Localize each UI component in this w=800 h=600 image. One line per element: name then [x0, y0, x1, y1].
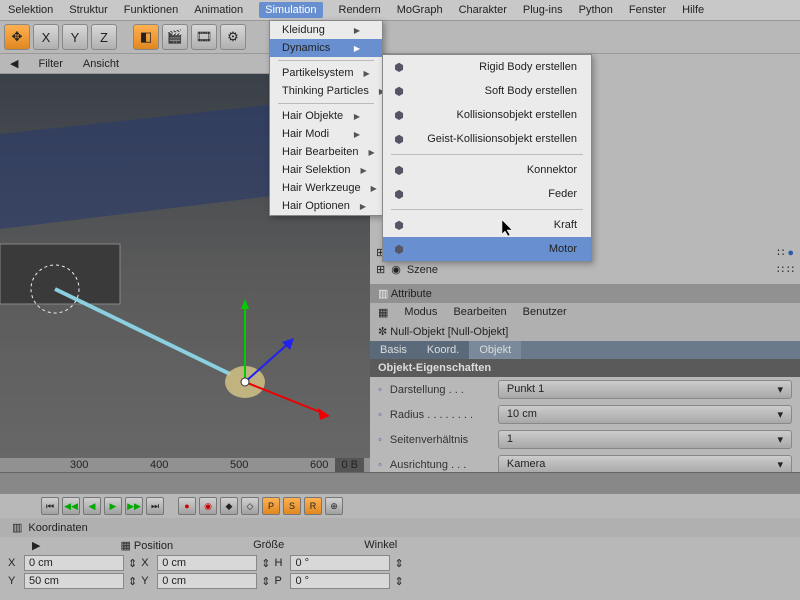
menu-item-hair-bearbeiten[interactable]: Hair Bearbeiten — [270, 143, 382, 161]
menu-item-kleidung[interactable]: Kleidung — [270, 21, 382, 39]
coord-row-x: X⇕X⇕H⇕ — [0, 554, 800, 572]
menu-plug-ins[interactable]: Plug-ins — [523, 4, 563, 16]
menu-item-hair-optionen[interactable]: Hair Optionen — [270, 197, 382, 215]
menu-hilfe[interactable]: Hilfe — [682, 4, 704, 16]
filter-link[interactable]: Filter — [38, 58, 62, 70]
section-object-props: Objekt-Eigenschaften — [370, 359, 800, 377]
menu-funktionen[interactable]: Funktionen — [124, 4, 178, 16]
axis-y[interactable]: Y — [62, 24, 88, 50]
menu-item-partikelsystem[interactable]: Partikelsystem — [270, 64, 382, 82]
tab-koord[interactable]: Koord. — [417, 341, 469, 359]
prev-icon[interactable]: ◀ — [10, 57, 18, 70]
cube-tool[interactable]: ◧ — [133, 24, 159, 50]
transport-bar: ⏮ ◀◀ ◀ ▶ ▶▶ ⏭ ● ◉ ◆ ◇ P S R ⊕ — [0, 494, 800, 518]
key-tool[interactable]: ◆ — [220, 497, 238, 515]
main-toolbar: ✥ X Y Z ◧ 🎬 🎞 ⚙ — [0, 20, 800, 54]
rec-scale[interactable]: S — [283, 497, 301, 515]
menu-item-dynamics[interactable]: Dynamics — [270, 39, 382, 57]
rec-rot[interactable]: R — [304, 497, 322, 515]
timeline[interactable] — [0, 472, 800, 494]
rec-param[interactable]: ⊕ — [325, 497, 343, 515]
menu-animation[interactable]: Animation — [194, 4, 243, 16]
attribute-tabs: Basis Koord. Objekt — [370, 341, 800, 359]
menu-item-hair-werkzeuge[interactable]: Hair Werkzeuge — [270, 179, 382, 197]
move-tool[interactable]: ✥ — [4, 24, 30, 50]
settings-icon[interactable]: ⚙ — [220, 24, 246, 50]
submenu-item-rigid-body-erstellen[interactable]: ⬢Rigid Body erstellen — [383, 55, 591, 79]
prev-key[interactable]: ◀◀ — [62, 497, 80, 515]
attributes-header: ▥ Attribute — [370, 284, 800, 303]
clapper-icon[interactable]: 🎬 — [162, 24, 188, 50]
menu-selektion[interactable]: Selektion — [8, 4, 53, 16]
simulation-menu: KleidungDynamics PartikelsystemThinking P… — [269, 20, 383, 216]
goto-end[interactable]: ⏭ — [146, 497, 164, 515]
edit-link[interactable]: Bearbeiten — [453, 306, 506, 319]
menu-rendern[interactable]: Rendern — [339, 4, 381, 16]
prop-radius: ◦Radius . . . . . . . .10 cm▾ — [370, 402, 800, 427]
menu-item-hair-selektion[interactable]: Hair Selektion — [270, 161, 382, 179]
tab-basis[interactable]: Basis — [370, 341, 417, 359]
menu-fenster[interactable]: Fenster — [629, 4, 666, 16]
menu-charakter[interactable]: Charakter — [459, 4, 507, 16]
submenu-item-kollisionsobjekt-erstellen[interactable]: ⬢Kollisionsobjekt erstellen — [383, 103, 591, 127]
user-link[interactable]: Benutzer — [523, 306, 567, 319]
tab-objekt[interactable]: Objekt — [469, 341, 521, 359]
autokey[interactable]: ◉ — [199, 497, 217, 515]
menu-struktur[interactable]: Struktur — [69, 4, 108, 16]
submenu-item-feder[interactable]: ⬢Feder — [383, 182, 591, 206]
submenu-item-soft-body-erstellen[interactable]: ⬢Soft Body erstellen — [383, 79, 591, 103]
play[interactable]: ▶ — [104, 497, 122, 515]
render-icon[interactable]: 🎞 — [191, 24, 217, 50]
axis-x[interactable]: X — [33, 24, 59, 50]
mode-link[interactable]: Modus — [404, 306, 437, 319]
viewport-ruler: 0 B 300400500600 — [0, 458, 370, 472]
prev-frame[interactable]: ◀ — [83, 497, 101, 515]
record[interactable]: ● — [178, 497, 196, 515]
scene-icon: ◉ — [391, 263, 401, 276]
rec-pos[interactable]: P — [262, 497, 280, 515]
object-name-row: ✼ Null-Objekt [Null-Objekt] — [370, 322, 800, 341]
menu-item-hair-objekte[interactable]: Hair Objekte — [270, 107, 382, 125]
menu-python[interactable]: Python — [579, 4, 613, 16]
menu-mograph[interactable]: MoGraph — [397, 4, 443, 16]
next-frame[interactable]: ▶▶ — [125, 497, 143, 515]
coordinates-panel: ▥Koordinaten ▶ ▦ Position Größe Winkel X… — [0, 518, 800, 590]
submenu-item-kraft[interactable]: ⬢Kraft — [383, 213, 591, 237]
key-opts[interactable]: ◇ — [241, 497, 259, 515]
menu-item-thinking-particles[interactable]: Thinking Particles — [270, 82, 382, 100]
submenu-item-konnektor[interactable]: ⬢Konnektor — [383, 158, 591, 182]
object-row-szene[interactable]: ⊞◉Szene ∷ ∷ — [370, 261, 800, 278]
attr-mode-row: ▦ Modus Bearbeiten Benutzer — [370, 303, 800, 322]
dynamics-submenu: ⬢Rigid Body erstellen⬢Soft Body erstelle… — [382, 54, 592, 262]
submenu-item-geist-kollisionsobjekt-erstellen[interactable]: ⬢Geist-Kollisionsobjekt erstellen — [383, 127, 591, 151]
prop-darstellung: ◦Darstellung . . .Punkt 1▾ — [370, 377, 800, 402]
main-menubar: Selektion Struktur Funktionen Animation Simu… — [0, 0, 800, 20]
goto-start[interactable]: ⏮ — [41, 497, 59, 515]
prop-seitenverhltnis: ◦Seitenverhältnis1▾ — [370, 427, 800, 452]
submenu-item-motor[interactable]: ⬢Motor — [383, 237, 591, 261]
axis-z[interactable]: Z — [91, 24, 117, 50]
menu-item-hair-modi[interactable]: Hair Modi — [270, 125, 382, 143]
menu-simulation[interactable]: Simulation — [259, 2, 322, 18]
coord-row-y: Y⇕Y⇕P⇕ — [0, 572, 800, 590]
view-link[interactable]: Ansicht — [83, 58, 119, 70]
